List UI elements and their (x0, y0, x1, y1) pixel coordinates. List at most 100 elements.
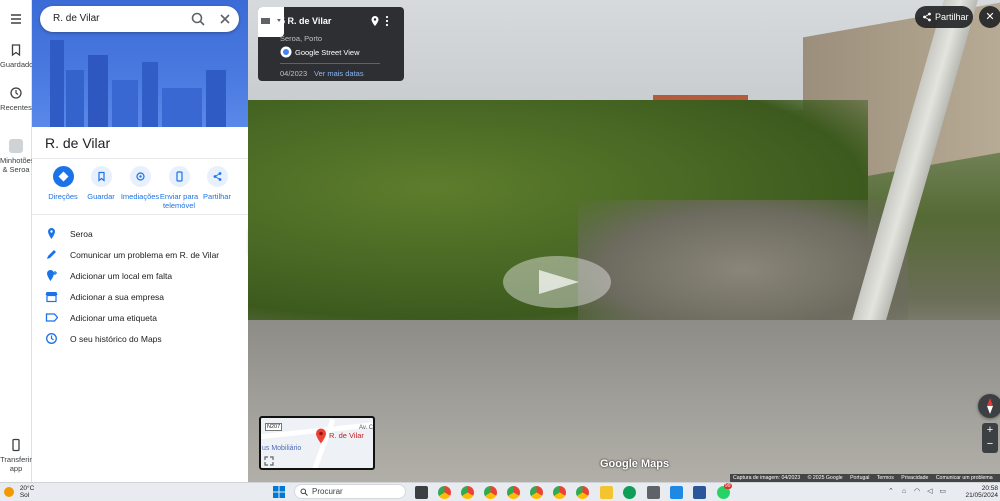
chrome-icon[interactable] (438, 486, 451, 499)
task-view-icon[interactable] (415, 486, 428, 499)
minimap-road-number: N207 (265, 423, 283, 431)
rail-saved[interactable]: Guardado (0, 43, 34, 69)
wifi-icon[interactable]: ◠ (914, 488, 920, 495)
pencil-icon (47, 250, 56, 259)
weather-widget[interactable]: 20°C Sol (4, 485, 34, 499)
store-icon[interactable] (670, 486, 683, 499)
footer-country[interactable]: Portugal (850, 475, 869, 481)
calculator-icon[interactable] (647, 486, 660, 499)
place-hero-image: R. de Vilar (32, 0, 248, 127)
chrome-icon[interactable] (507, 486, 520, 499)
rail-recents-label: Recentes (0, 103, 32, 112)
place-panel: R. de Vilar R. de Vilar Direções Guardar… (32, 0, 248, 482)
footer-privacy[interactable]: Privacidade (901, 475, 928, 481)
windows-start-icon[interactable] (273, 486, 285, 498)
list-item-label: Comunicar um problema em R. de Vilar (70, 250, 220, 260)
map-footer: Captura de imagem: 04/2023 © 2025 Google… (730, 474, 1000, 482)
rail-get-app-label: Transferir app (0, 455, 32, 473)
zoom-in-button[interactable]: + (982, 423, 998, 437)
share-label: Partilhar (935, 12, 969, 22)
search-icon[interactable] (190, 11, 206, 27)
save-button[interactable]: Guardar (80, 166, 122, 201)
chrome-icon[interactable] (530, 486, 543, 499)
history-icon (46, 333, 57, 344)
list-item-label: Seroa (70, 229, 93, 239)
word-icon[interactable] (693, 486, 706, 499)
list-item-label: Adicionar a sua empresa (70, 292, 165, 302)
share-button[interactable]: Partilhar (196, 166, 238, 201)
send-to-phone-button[interactable]: Enviar para telemóvel (158, 166, 200, 210)
search-box[interactable]: R. de Vilar (40, 6, 239, 32)
directions-label: Direções (48, 192, 78, 201)
compass-icon[interactable] (978, 394, 1000, 418)
notification-badge: 99 (724, 483, 732, 489)
rail-saved-label: Guardado (0, 60, 34, 69)
whatsapp-icon[interactable]: 99 (717, 483, 732, 499)
sun-icon (4, 487, 14, 497)
location-pin-icon (48, 228, 55, 239)
send-to-phone-icon (175, 171, 183, 182)
footer-capture: Captura de imagem: 04/2023 (733, 475, 801, 481)
google-maps-logo: Google Maps (600, 458, 670, 470)
volume-icon[interactable]: ◁ (927, 488, 932, 495)
divider (280, 63, 380, 64)
more-vert-icon[interactable] (382, 15, 392, 27)
label-icon (45, 313, 58, 322)
chrome-icon[interactable] (553, 486, 566, 499)
minimap[interactable]: N207 Av. C R. de Vilar us Mobiliário (259, 416, 375, 470)
nearby-button[interactable]: Imediações (119, 166, 161, 201)
close-street-view-button[interactable]: ✕ (979, 6, 1000, 28)
store-icon (45, 292, 58, 303)
nearby-icon (135, 172, 145, 181)
system-tray[interactable]: ⌃ ⌂ ◠ ◁ ▭ (888, 487, 946, 495)
chrome-icon[interactable] (484, 486, 497, 499)
street-view-subtitle: Seroa, Porto (280, 34, 323, 43)
edge-icon[interactable] (623, 486, 636, 499)
close-icon[interactable] (217, 11, 233, 27)
network-icon[interactable]: ⌂ (902, 488, 906, 495)
directions-button[interactable]: Direções (42, 166, 84, 201)
chrome-icon[interactable] (461, 486, 474, 499)
rail-recent-place-label: Minhotões & Seroa (0, 156, 35, 174)
taskbar-search[interactable]: Procurar (294, 484, 406, 499)
list-item-report-problem[interactable]: Comunicar um problema em R. de Vilar (32, 245, 248, 265)
pegman-pin-icon (316, 428, 326, 444)
hamburger-icon (11, 14, 21, 24)
street-view-share-button[interactable]: Partilhar (915, 6, 973, 28)
list-item-add-label[interactable]: Adicionar uma etiqueta (32, 308, 248, 328)
share-icon (923, 12, 931, 22)
location-pin-icon[interactable] (369, 15, 381, 27)
street-view-title: 5 R. de Vilar (280, 16, 332, 26)
minimap-place-label: R. de Vilar (329, 431, 364, 440)
list-item-label: O seu histórico do Maps (70, 334, 162, 344)
zoom-control[interactable]: + − (982, 423, 998, 453)
list-item-add-place[interactable]: Adicionar um local em falta (32, 266, 248, 286)
street-view-info-card: 5 R. de Vilar Seroa, Porto Google Street… (258, 7, 404, 81)
add-place-icon (47, 270, 57, 281)
rail-recent-place[interactable]: Minhotões & Seroa (0, 139, 35, 174)
chevron-up-icon[interactable]: ⌃ (888, 488, 894, 495)
battery-icon[interactable]: ▭ (939, 488, 946, 495)
list-item-add-business[interactable]: Adicionar a sua empresa (32, 287, 248, 307)
windows-taskbar: 20°C Sol Procurar 99 ⌃ ⌂ ◠ ◁ ▭ 20:58 21/… (0, 482, 1000, 501)
menu-button[interactable] (0, 12, 32, 29)
phone-icon (12, 438, 20, 452)
divider (32, 158, 248, 159)
zoom-out-button[interactable]: − (982, 437, 998, 451)
search-input[interactable]: R. de Vilar (53, 13, 100, 24)
footer-terms[interactable]: Termos (877, 475, 894, 481)
arrow-right-icon (539, 270, 579, 294)
expand-icon[interactable] (264, 456, 274, 466)
more-dates-link[interactable]: Ver mais datas (314, 69, 364, 78)
navigation-arrow[interactable] (503, 256, 611, 308)
footer-copyright: © 2025 Google (807, 475, 843, 481)
send-to-phone-label: Enviar para telemóvel (159, 192, 199, 210)
list-item-maps-history[interactable]: O seu histórico do Maps (32, 329, 248, 349)
file-explorer-icon[interactable] (600, 486, 613, 499)
list-item-locality[interactable]: Seroa (32, 224, 248, 244)
taskbar-clock[interactable]: 20:58 21/05/2024 (962, 485, 998, 499)
rail-recents[interactable]: Recentes (0, 86, 32, 112)
footer-report[interactable]: Comunicar um problema (936, 475, 993, 481)
chrome-icon[interactable] (576, 486, 589, 499)
rail-get-app[interactable]: Transferir app (0, 438, 32, 473)
